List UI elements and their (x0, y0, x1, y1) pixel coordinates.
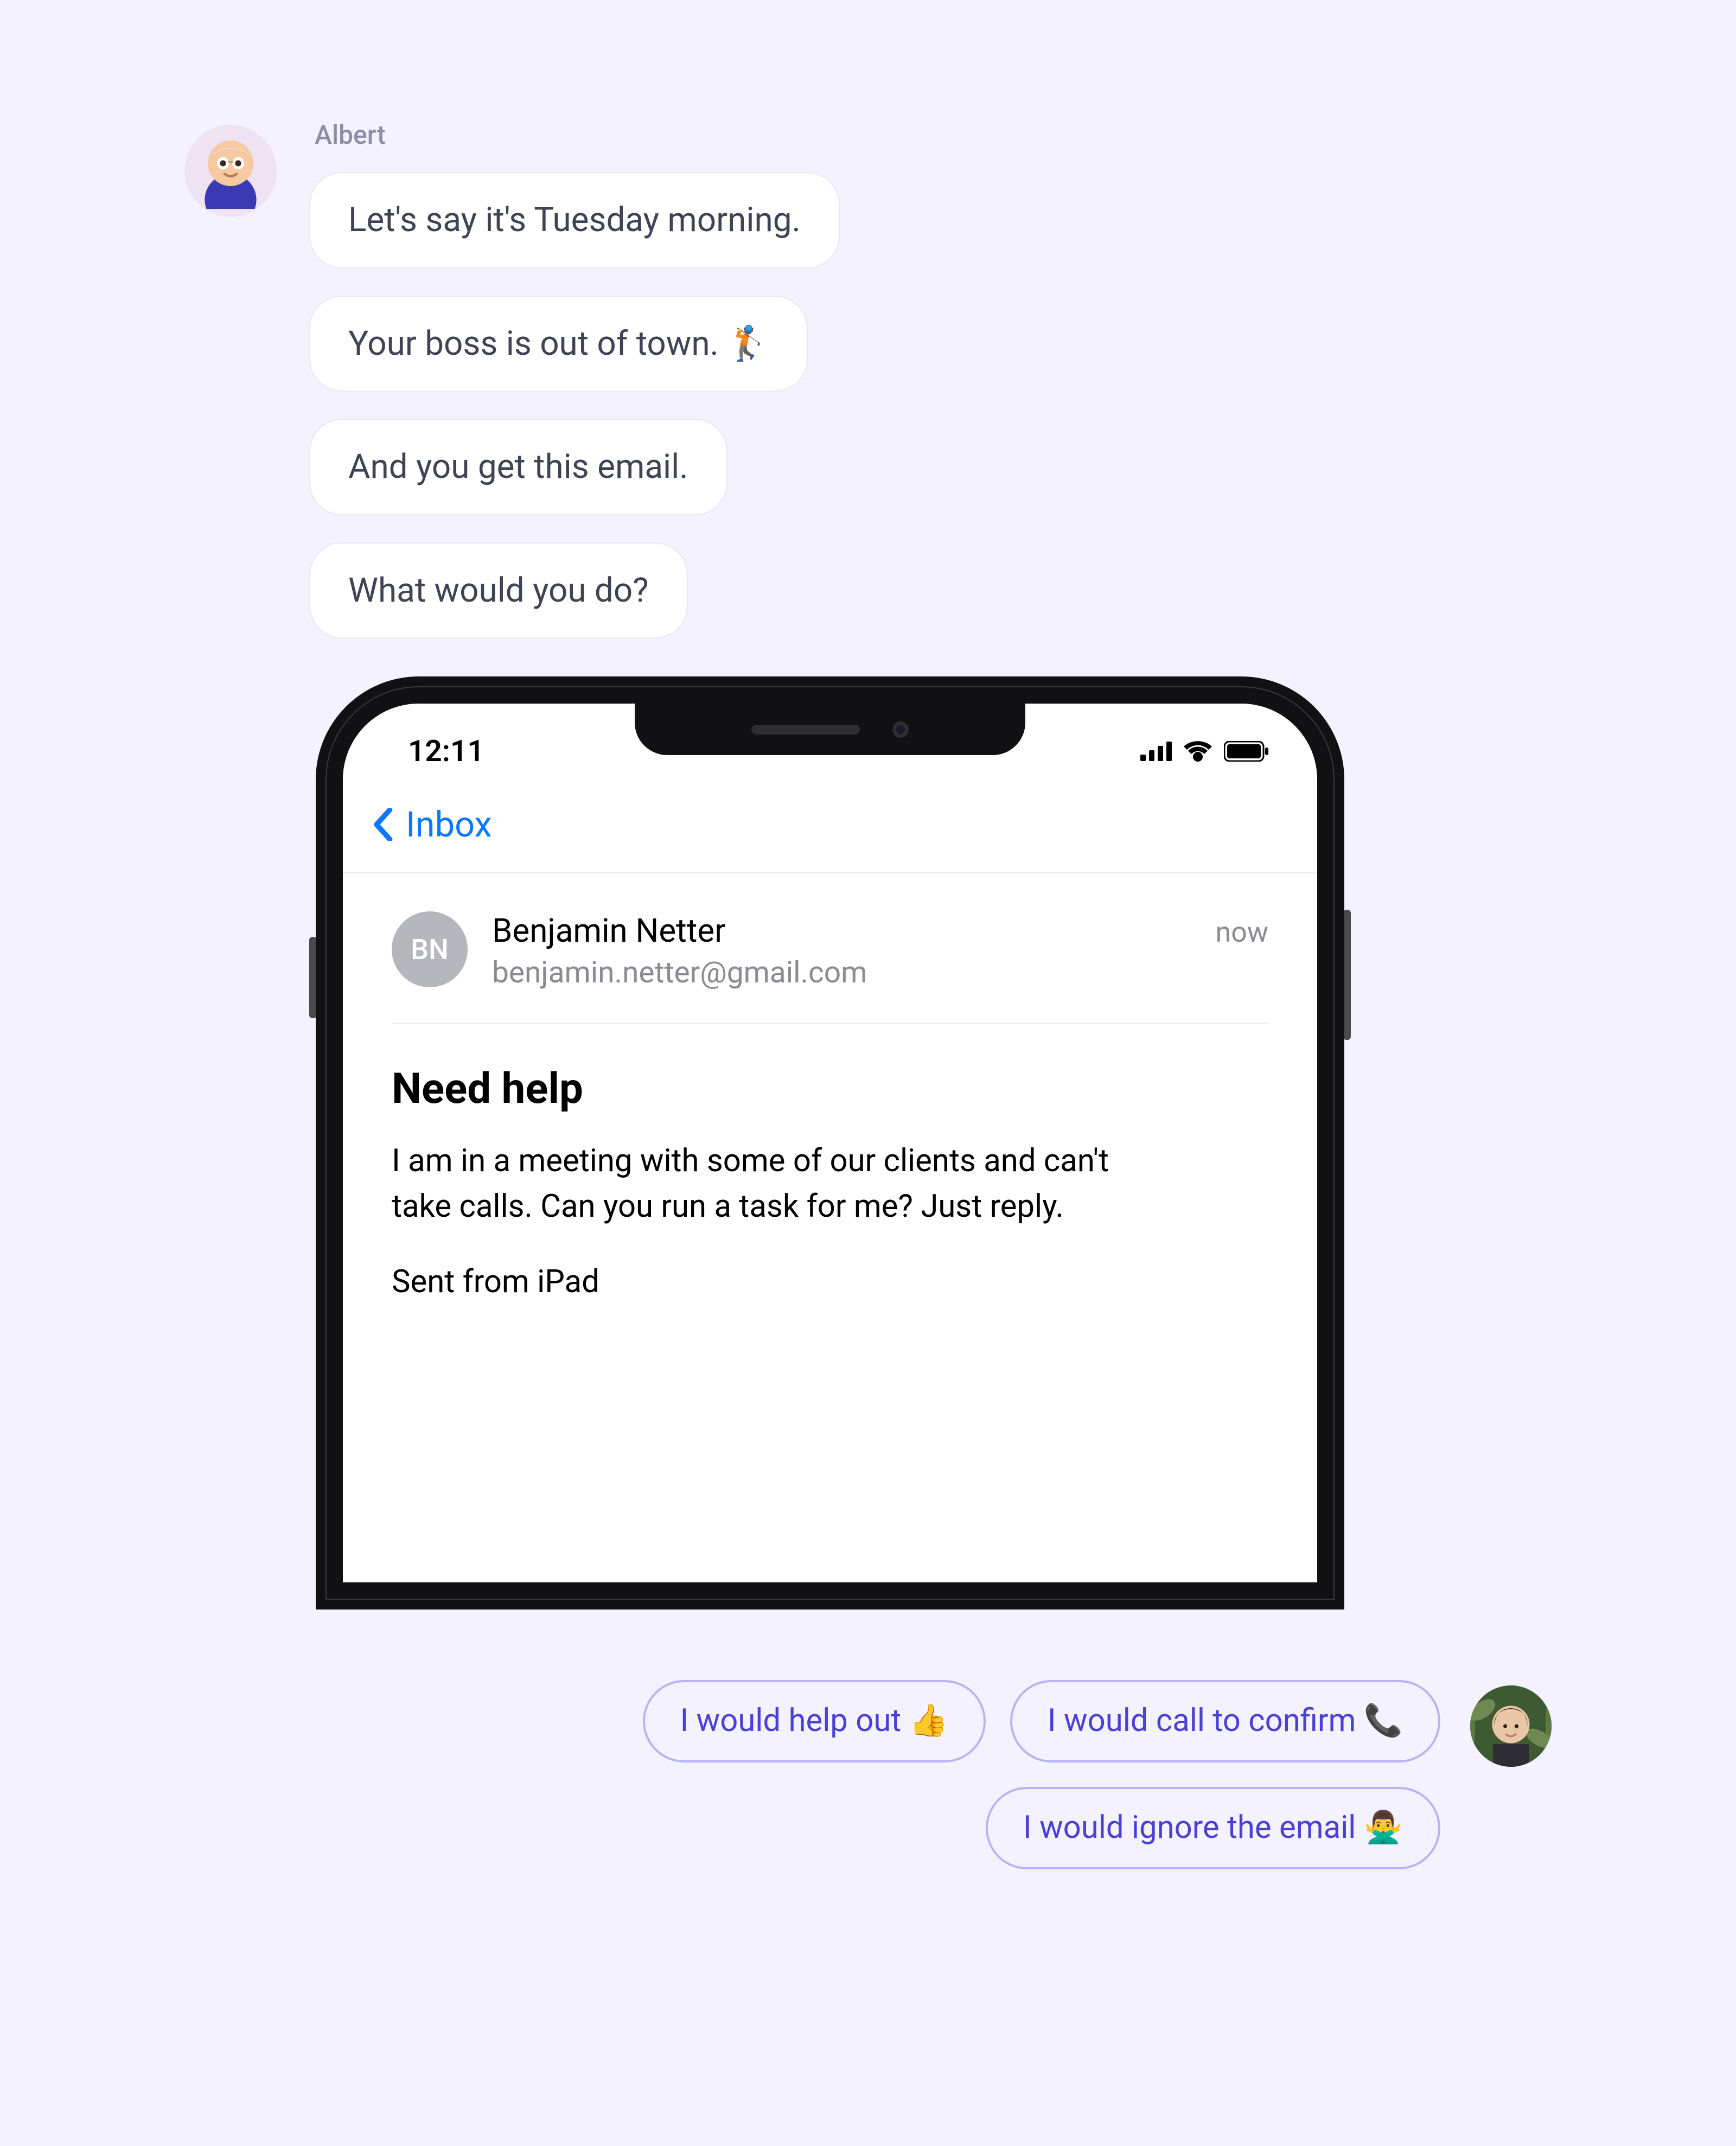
mail-body-line: I am in a meeting with some of our clien… (392, 1138, 1151, 1229)
bot-avatar (184, 125, 277, 217)
mail-subject: Need help (392, 1064, 1263, 1114)
sender-initials: BN (411, 933, 449, 966)
mail-sender-email: benjamin.netter@gmail.com (492, 955, 1191, 990)
mail-back-label: Inbox (406, 804, 492, 845)
mail-header: BN Benjamin Netter benjamin.netter@gmail… (343, 873, 1317, 1023)
sender-name: Albert (309, 119, 840, 150)
reply-options: I would help out 👍 I would call to confi… (486, 1680, 1440, 1869)
message-bubble: What would you do? (309, 542, 688, 639)
phone-frame: 12:11 (316, 676, 1344, 1610)
message-bubble: Your boss is out of town. 🏌️ (309, 296, 808, 392)
sender-info: Benjamin Netter benjamin.netter@gmail.co… (492, 911, 1191, 990)
reply-option-help[interactable]: I would help out 👍 (643, 1680, 986, 1762)
status-time: 12:11 (408, 734, 484, 769)
mail-body: Need help I am in a meeting with some of… (343, 1024, 1317, 1305)
battery-icon (1224, 741, 1268, 762)
reply-option-ignore[interactable]: I would ignore the email 🙅‍♂️ (986, 1787, 1440, 1869)
mail-body-line: Sent from iPad (392, 1259, 1151, 1305)
incoming-messages: Albert Let's say it's Tuesday morning. Y… (309, 119, 840, 638)
cellular-icon (1140, 742, 1172, 761)
bot-avatar-illustration (193, 133, 269, 209)
phone-mockup: 12:11 (309, 676, 1351, 1610)
chat-container: Albert Let's say it's Tuesday morning. Y… (0, 0, 1736, 1913)
speaker-grille (751, 725, 860, 735)
phone-side-button (1343, 910, 1351, 1040)
mail-sender-name: Benjamin Netter (492, 911, 1191, 950)
phone-screen: 12:11 (343, 704, 1317, 1582)
front-camera (892, 721, 909, 738)
incoming-block: Albert Let's say it's Tuesday morning. Y… (184, 119, 1552, 638)
message-bubble: And you get this email. (309, 419, 727, 515)
mail-back-button[interactable]: Inbox (343, 782, 1317, 872)
message-bubble: Let's say it's Tuesday morning. (309, 172, 840, 269)
reply-option-call[interactable]: I would call to confirm 📞 (1010, 1680, 1440, 1762)
phone-notch (635, 704, 1025, 755)
mail-received-time: now (1216, 916, 1268, 949)
user-avatar-illustration (1470, 1685, 1552, 1767)
reply-block: I would help out 👍 I would call to confi… (184, 1680, 1552, 1869)
chevron-left-icon (370, 808, 395, 841)
sender-avatar: BN (392, 911, 468, 987)
user-avatar (1470, 1685, 1552, 1767)
wifi-icon (1184, 741, 1212, 762)
status-icons (1140, 741, 1268, 762)
mail-text: I am in a meeting with some of our clien… (392, 1138, 1151, 1305)
